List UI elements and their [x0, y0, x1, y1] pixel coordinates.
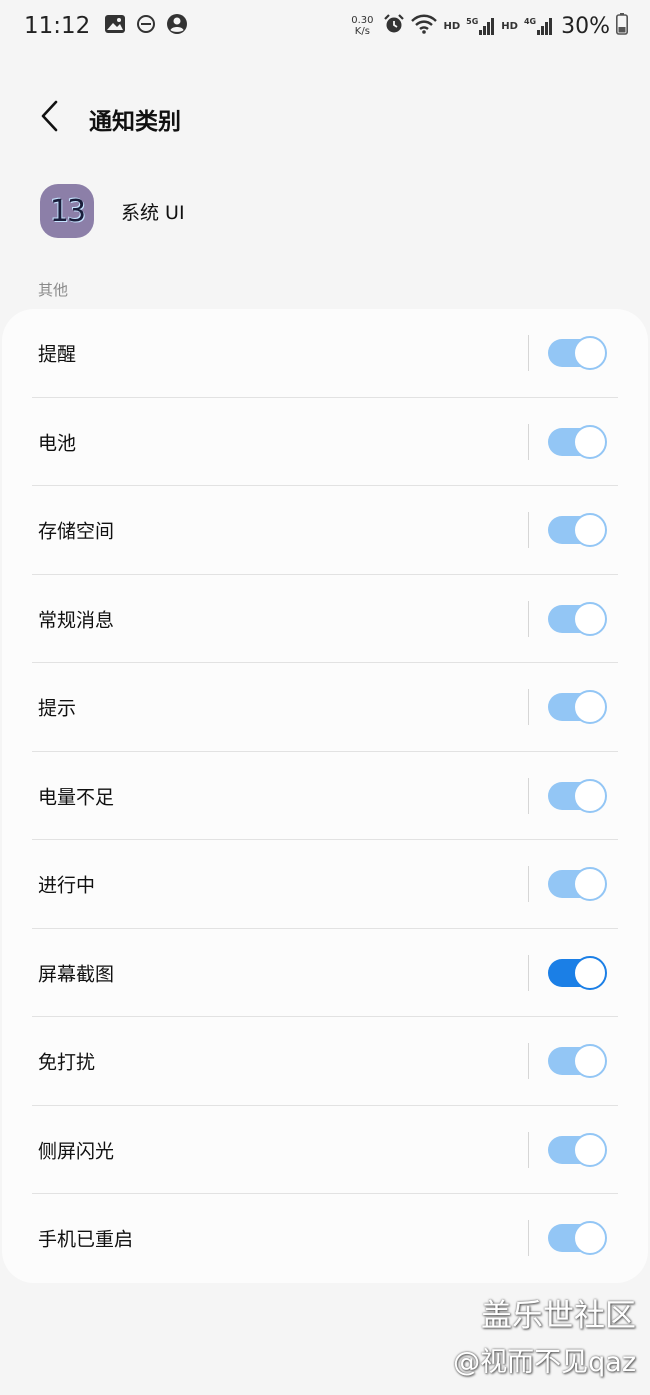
toggle-switch[interactable]: [548, 955, 608, 990]
divider: [528, 335, 529, 371]
toggle-switch[interactable]: [548, 1221, 608, 1256]
list-item[interactable]: 手机已重启: [2, 1194, 648, 1283]
divider: [528, 689, 529, 725]
toggle-thumb: [573, 601, 607, 636]
toggle-switch[interactable]: [548, 601, 608, 636]
toggle-switch[interactable]: [548, 336, 608, 371]
list-item[interactable]: 提示: [2, 663, 648, 752]
toggle-thumb: [573, 867, 607, 902]
app-icon: 13: [40, 184, 94, 238]
list-item[interactable]: 屏幕截图: [2, 929, 648, 1017]
network-speed-unit: K/s: [354, 26, 370, 37]
item-label: 提醒: [38, 343, 77, 366]
category-list: 提醒 电池 存储空间 常规消息 提示 电量不足 进行中 屏幕截图 免打扰 侧屏闪…: [2, 309, 648, 1283]
status-bar: 11:12 0.30 K/s HD 5G HD 4G 30%: [0, 0, 650, 52]
app-info: 13 系统 UI: [40, 183, 185, 239]
divider: [528, 1131, 529, 1168]
signal-5g-label: 5G: [466, 17, 479, 26]
item-label: 存储空间: [38, 520, 115, 543]
watermark-community: 盖乐世社区: [481, 1298, 636, 1334]
account-icon: [166, 13, 188, 39]
network-speed: 0.30 K/s: [351, 15, 373, 37]
toggle-thumb: [573, 955, 607, 990]
hd-badge-1: HD: [443, 20, 461, 32]
toggle-thumb: [573, 1044, 607, 1079]
chevron-left-icon: [39, 100, 61, 136]
toggle-switch[interactable]: [548, 513, 608, 548]
item-label: 电池: [38, 432, 77, 455]
divider: [528, 600, 529, 637]
list-item[interactable]: 免打扰: [2, 1017, 648, 1106]
divider: [528, 777, 529, 814]
section-label: 其他: [38, 281, 69, 299]
toggle-switch[interactable]: [548, 778, 608, 813]
toggle-switch[interactable]: [548, 690, 608, 725]
signal-5g-icon: 5G: [466, 17, 495, 35]
gallery-icon: [104, 14, 126, 38]
watermark-author: @视而不见qaz: [453, 1347, 636, 1378]
network-speed-value: 0.30: [351, 15, 374, 26]
divider: [528, 512, 529, 548]
toggle-thumb: [573, 690, 607, 725]
toggle-switch[interactable]: [548, 867, 608, 902]
item-label: 常规消息: [38, 609, 115, 632]
hd-badge-2: HD: [501, 20, 518, 32]
signal-4g-label: 4G: [523, 17, 537, 26]
divider: [528, 1043, 529, 1079]
toggle-switch[interactable]: [548, 1132, 608, 1167]
page-title: 通知类别: [89, 109, 181, 135]
list-item[interactable]: 提醒: [2, 309, 648, 398]
list-item[interactable]: 存储空间: [2, 486, 648, 575]
list-item[interactable]: 电量不足: [2, 752, 648, 840]
app-icon-label: 13: [49, 193, 86, 229]
toggle-switch[interactable]: [548, 1044, 608, 1079]
list-item[interactable]: 侧屏闪光: [2, 1106, 648, 1194]
header: 通知类别: [0, 88, 650, 148]
wifi-icon: [411, 14, 438, 38]
alarm-icon: [383, 13, 405, 39]
item-label: 进行中: [38, 874, 96, 897]
list-item[interactable]: 常规消息: [2, 575, 648, 663]
do-not-disturb-icon: [136, 14, 156, 38]
divider: [528, 423, 529, 460]
toggle-thumb: [573, 1221, 607, 1256]
toggle-thumb: [573, 513, 607, 548]
item-label: 电量不足: [38, 786, 115, 809]
clock: 11:12: [24, 13, 91, 39]
item-label: 手机已重启: [38, 1228, 134, 1251]
toggle-thumb: [573, 1132, 607, 1167]
divider: [528, 1220, 529, 1256]
battery-icon: [616, 13, 628, 39]
divider: [528, 866, 529, 902]
item-label: 侧屏闪光: [38, 1140, 115, 1163]
toggle-thumb: [573, 424, 607, 459]
toggle-thumb: [573, 336, 607, 371]
toggle-switch[interactable]: [548, 424, 608, 459]
toggle-thumb: [573, 778, 607, 813]
item-label: 提示: [38, 697, 77, 720]
signal-4g-icon: 4G: [524, 17, 553, 35]
battery-percent: 30%: [561, 13, 610, 39]
list-item[interactable]: 进行中: [2, 840, 648, 929]
item-label: 屏幕截图: [38, 963, 115, 986]
divider: [528, 954, 529, 991]
back-button[interactable]: [30, 98, 70, 138]
app-name: 系统 UI: [121, 201, 185, 224]
list-item[interactable]: 电池: [2, 398, 648, 486]
item-label: 免打扰: [38, 1051, 96, 1074]
